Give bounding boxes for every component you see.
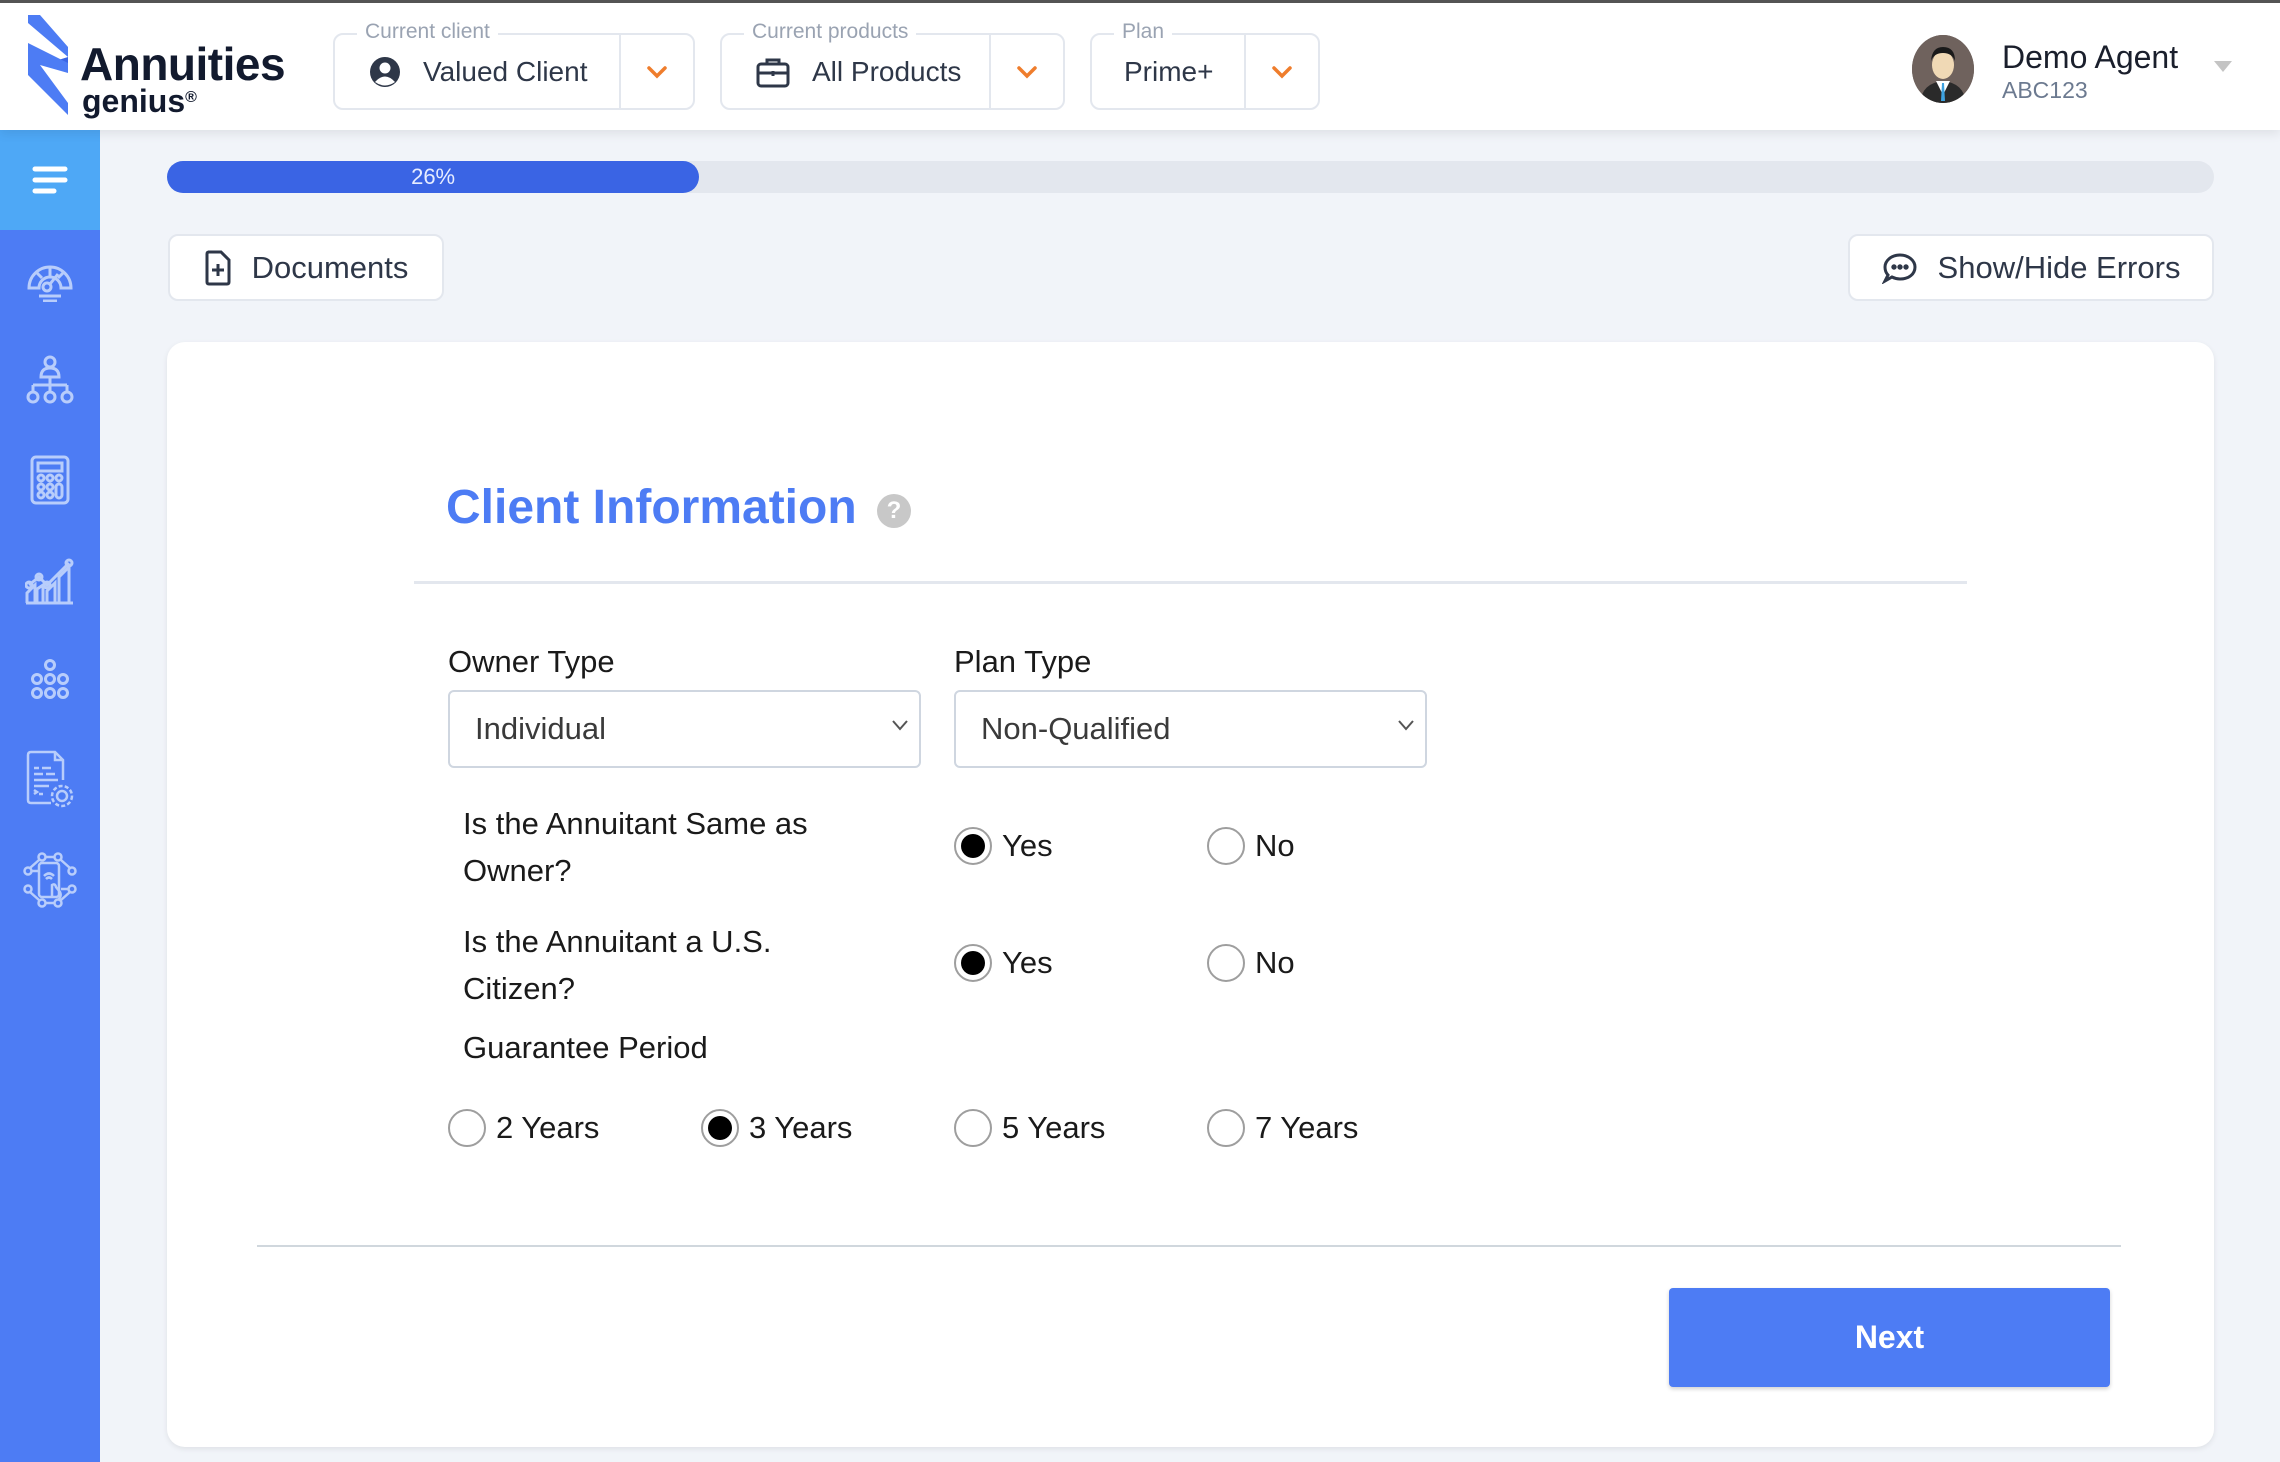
- chevron-down-icon: [1272, 65, 1292, 78]
- document-gear-icon: [26, 750, 74, 808]
- dots-pyramid-icon: [31, 659, 69, 699]
- sidebar: [0, 130, 100, 1462]
- plan-selector[interactable]: Plan Prime+: [1090, 20, 1320, 110]
- current-products-text: All Products: [812, 55, 962, 87]
- us-citizen-yes-radio[interactable]: Yes: [954, 944, 1053, 982]
- guarantee-3-years-radio[interactable]: 3 Years: [701, 1109, 852, 1147]
- same-as-owner-no-radio[interactable]: No: [1207, 827, 1295, 865]
- user-code: ABC123: [2002, 77, 2088, 103]
- sidebar-item-document-settings[interactable]: [0, 730, 100, 830]
- brand-sub-text: genius: [82, 83, 186, 119]
- guarantee-period-label: Guarantee Period: [463, 1030, 708, 1065]
- radio-label: No: [1255, 828, 1295, 863]
- mobile-network-icon: [23, 852, 77, 908]
- plan-text: Prime+: [1124, 55, 1214, 87]
- same-as-owner-yes-radio[interactable]: Yes: [954, 827, 1053, 865]
- guarantee-7-years-radio[interactable]: 7 Years: [1207, 1109, 1358, 1147]
- sidebar-item-products[interactable]: [0, 630, 100, 730]
- radio-selected[interactable]: [701, 1109, 739, 1147]
- documents-label: Documents: [251, 249, 409, 285]
- sidebar-item-analytics[interactable]: [0, 530, 100, 630]
- sidebar-item-menu[interactable]: [0, 130, 100, 230]
- current-products-legend: Current products: [744, 20, 917, 44]
- radio-label: Yes: [1002, 945, 1053, 980]
- plan-value: Prime+: [1092, 35, 1213, 108]
- radio-label: 7 Years: [1255, 1110, 1359, 1145]
- footer-divider: [257, 1245, 2121, 1247]
- calculator-icon: [30, 455, 70, 505]
- guarantee-5-years-radio[interactable]: 5 Years: [954, 1109, 1105, 1147]
- brand-sub: genius®: [82, 83, 197, 120]
- radio-unselected[interactable]: [1207, 944, 1245, 982]
- plan-type-select[interactable]: Non-Qualified: [954, 690, 1427, 768]
- chart-growth-icon: [25, 558, 74, 605]
- documents-button[interactable]: Documents: [168, 234, 444, 301]
- current-products-dropdown-button[interactable]: [989, 35, 1063, 108]
- progress-bar: 26%: [167, 161, 2214, 193]
- us-citizen-question: Is the Annuitant a U.S. Citizen?: [463, 924, 772, 1006]
- radio-unselected[interactable]: [1207, 827, 1245, 865]
- avatar-person-icon: [1912, 35, 1974, 103]
- top-header: Annuities genius® Current client Valued …: [0, 3, 2280, 130]
- radio-label: 2 Years: [496, 1110, 600, 1145]
- radio-unselected[interactable]: [954, 1109, 992, 1147]
- current-products-selector[interactable]: Current products All Products: [720, 20, 1065, 110]
- org-chart-icon: [26, 355, 74, 404]
- current-client-legend: Current client: [357, 20, 498, 44]
- chat-bubble-icon: [1881, 252, 1917, 284]
- current-client-value: Valued Client: [335, 35, 587, 108]
- current-client-dropdown-button[interactable]: [619, 35, 693, 108]
- hamburger-icon: [32, 166, 68, 194]
- chevron-down-icon: [647, 65, 667, 78]
- sidebar-item-hierarchy[interactable]: [0, 330, 100, 430]
- radio-label: 5 Years: [1002, 1110, 1106, 1145]
- document-add-icon: [205, 250, 231, 285]
- guarantee-2-years-radio[interactable]: 2 Years: [448, 1109, 599, 1147]
- user-menu-caret-icon[interactable]: [2214, 61, 2232, 73]
- radio-label: Yes: [1002, 828, 1053, 863]
- user-circle-icon: [370, 56, 400, 87]
- help-icon[interactable]: ?: [877, 494, 911, 528]
- chevron-down-icon: [892, 720, 908, 731]
- brand-logo[interactable]: Annuities genius®: [28, 15, 308, 120]
- page-title: Client Information: [446, 481, 857, 534]
- current-client-text: Valued Client: [423, 55, 588, 87]
- owner-type-value: Individual: [475, 711, 606, 746]
- progress-fill: 26%: [167, 161, 700, 193]
- radio-selected[interactable]: [954, 827, 992, 865]
- speedometer-icon: [27, 265, 73, 302]
- owner-type-select[interactable]: Individual: [448, 690, 921, 768]
- same-as-owner-question: Is the Annuitant Same as Owner?: [463, 806, 808, 888]
- next-button[interactable]: Next: [1669, 1288, 2110, 1387]
- title-divider: [414, 581, 1967, 584]
- plan-type-label: Plan Type: [954, 644, 1092, 679]
- radio-label: No: [1255, 945, 1295, 980]
- owner-type-label: Owner Type: [448, 644, 615, 679]
- logo-chevron-icon: [28, 15, 68, 115]
- sidebar-item-calculator[interactable]: [0, 430, 100, 530]
- radio-selected[interactable]: [954, 944, 992, 982]
- chevron-down-icon: [1398, 720, 1414, 731]
- briefcase-icon: [756, 58, 790, 87]
- plan-type-value: Non-Qualified: [981, 711, 1171, 746]
- avatar: [1912, 35, 1974, 103]
- registered-mark: ®: [185, 89, 197, 106]
- radio-unselected[interactable]: [1207, 1109, 1245, 1147]
- chevron-down-icon: [1017, 65, 1037, 78]
- us-citizen-no-radio[interactable]: No: [1207, 944, 1295, 982]
- show-hide-errors-button[interactable]: Show/Hide Errors: [1848, 234, 2214, 301]
- radio-unselected[interactable]: [448, 1109, 486, 1147]
- sidebar-item-network[interactable]: [0, 830, 100, 930]
- sidebar-item-dashboard[interactable]: [0, 230, 100, 330]
- progress-label: 26%: [411, 164, 456, 189]
- plan-dropdown-button[interactable]: [1244, 35, 1318, 108]
- current-products-value: All Products: [722, 35, 961, 108]
- user-name: Demo Agent: [2002, 39, 2179, 75]
- show-hide-errors-label: Show/Hide Errors: [1937, 249, 2181, 285]
- current-client-selector[interactable]: Current client Valued Client: [333, 20, 695, 110]
- radio-label: 3 Years: [749, 1110, 853, 1145]
- plan-legend: Plan: [1114, 20, 1173, 44]
